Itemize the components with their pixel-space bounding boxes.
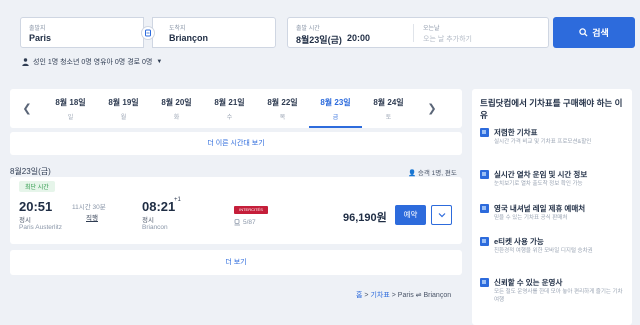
date-tab-date: 8월 18일 [55,98,86,107]
breadcrumb: 홈 > 기차표 > Paris ⇌ Briançon [356,290,451,300]
date-tab-weekday: 토 [385,115,392,121]
breadcrumb-current: Paris ⇌ Briançon [397,292,452,299]
date-tab-weekday: 목 [279,115,286,121]
date-tab-weekday: 수 [226,115,233,121]
date-strip: ❮ 8월 18일일 8월 19일월 8월 20일화 8월 21일수 8월 22일… [10,89,462,128]
results-meta: 👤 승객 1명, 편도 [408,167,457,177]
handshake-icon [480,204,489,213]
caret-down-icon: ▼ [156,59,163,65]
breadcrumb-separator: > [364,292,369,299]
depart-time: 20:00 [347,33,371,43]
why-book-panel: 트립닷컴에서 기차표를 구매해야 하는 이유 저렴한 기차표 실시간 가격 비교… [472,89,632,325]
feature-desc: 눈치보기로 열차 출도착 정보 확인 가능 [494,181,583,187]
departure-status: 정시 [19,217,31,224]
departure-time: 20:51 [19,199,53,214]
date-tab-weekday: 월 [120,115,127,121]
date-tab[interactable]: 8월 21일수 [203,89,256,128]
date-tab-date: 8월 22일 [267,98,298,107]
swap-icon[interactable] [141,26,155,40]
search-icon [579,28,588,37]
date-tab-date: 8월 23일 [320,98,351,107]
price: 96,190원 [343,212,387,224]
feature-title: 실시간 열차 운임 및 시간 정보 [494,170,588,179]
train-result-card[interactable]: 최단 시간 20:51 정시 Paris Austerlitz 11시간 30분… [10,177,462,244]
to-value: Briançon [169,33,209,43]
shield-icon [480,278,489,287]
search-bar: 출발지 Paris 도착지 Briançon 출발 시간 8월23일(금) 20… [0,0,640,80]
arrival-status: 정시 [142,217,154,224]
search-button-label: 검색 [592,28,609,38]
feature-title: 저렴한 기차표 [494,128,538,137]
from-value: Paris [29,33,52,43]
seat-availability: 5/87 [234,219,256,226]
show-more-button[interactable]: 더 보기 [10,250,462,275]
depart-date: 8월23일(금) [296,35,342,45]
results-meta-text: 승객 1명, 편도 [417,170,457,177]
clock-icon [480,170,489,179]
next-dates-icon[interactable]: ❯ [415,89,449,128]
from-field[interactable]: 출발지 Paris [20,17,144,48]
date-tab-weekday: 금 [332,115,339,121]
feature-title: 영국 내셔널 레일 제휴 예매처 [494,204,586,213]
seat-count: 5/87 [243,219,256,226]
date-tab-date: 8월 19일 [108,98,139,107]
seat-icon [234,219,240,226]
passenger-selector[interactable]: 성인 1명 청소년 0명 영유아 0명 경로 0명 ▼ [22,57,162,67]
date-tab-date: 8월 21일 [214,98,245,107]
date-tab-weekday: 화 [173,115,180,121]
to-label: 도착지 [169,26,186,32]
results-date: 8월23일(금) [10,167,51,176]
from-label: 출발지 [29,26,46,32]
feature-desc: 모든 철도 운영사를 한데 모아 놓아 편리하게 즐기는 기차 여행 [494,289,623,303]
feature-title: 신뢰할 수 있는 운영사 [494,278,563,287]
feature-desc: 친환경적 여행을 위한 모바일 디지털 승차권 [494,248,593,254]
next-day-marker: +1 [174,197,181,203]
feature-desc: 믿을 수 있는 기차표 공식 판매처 [494,215,568,221]
return-label: 오는날 [423,26,440,32]
arrival-station: Briancon [142,224,168,231]
date-tab[interactable]: 8월 20일화 [150,89,203,128]
passenger-summary: 성인 1명 청소년 0명 영유아 0명 경로 0명 [33,59,153,66]
price-tag-icon [480,128,489,137]
feature-desc: 실시간 가격 비교 및 기차표 프로모션&할인 [494,139,592,145]
expand-details-button[interactable] [431,205,452,225]
ticket-icon [480,237,489,246]
person-icon [22,58,29,66]
date-field[interactable]: 출발 시간 8월23일(금) 20:00 오는날 오는 날 추가하기 [287,17,549,48]
date-tab-date: 8월 20일 [161,98,192,107]
date-divider [413,24,414,42]
fastest-badge: 최단 시간 [19,181,55,192]
panel-title: 트립닷컴에서 기차표를 구매해야 하는 이유 [480,98,623,120]
date-tab[interactable]: 8월 24일토 [362,89,415,128]
book-button[interactable]: 예약 [395,205,426,225]
arrival-time: 08:21 [142,199,176,214]
date-tab-weekday: 일 [67,115,74,121]
date-tab-selected[interactable]: 8월 23일금 [309,89,362,128]
departure-station: Paris Austerlitz [19,224,62,231]
chevron-down-icon [438,213,445,218]
return-placeholder[interactable]: 오는 날 추가하기 [423,34,472,44]
earlier-times-link[interactable]: 더 이른 시간대 보기 [10,132,462,155]
breadcrumb-train-tickets[interactable]: 기차표 [370,292,389,299]
direct-link[interactable]: 직행 [86,212,98,222]
duration: 11시간 30분 [72,204,106,211]
date-tab-date: 8월 24일 [373,98,404,107]
prev-dates-icon[interactable]: ❮ [10,89,44,128]
breadcrumb-home[interactable]: 홈 [356,292,362,299]
to-field[interactable]: 도착지 Briançon [152,17,276,48]
date-tab[interactable]: 8월 18일일 [44,89,97,128]
breadcrumb-separator: > [391,292,396,299]
operator-logo: INTERCITÉS [234,206,268,214]
date-tab[interactable]: 8월 19일월 [97,89,150,128]
depart-label: 출발 시간 [296,26,320,32]
person-icon: 👤 [408,170,417,177]
search-button[interactable]: 검색 [553,17,635,48]
date-tab[interactable]: 8월 22일목 [256,89,309,128]
feature-title: e티켓 사용 가능 [494,237,544,246]
